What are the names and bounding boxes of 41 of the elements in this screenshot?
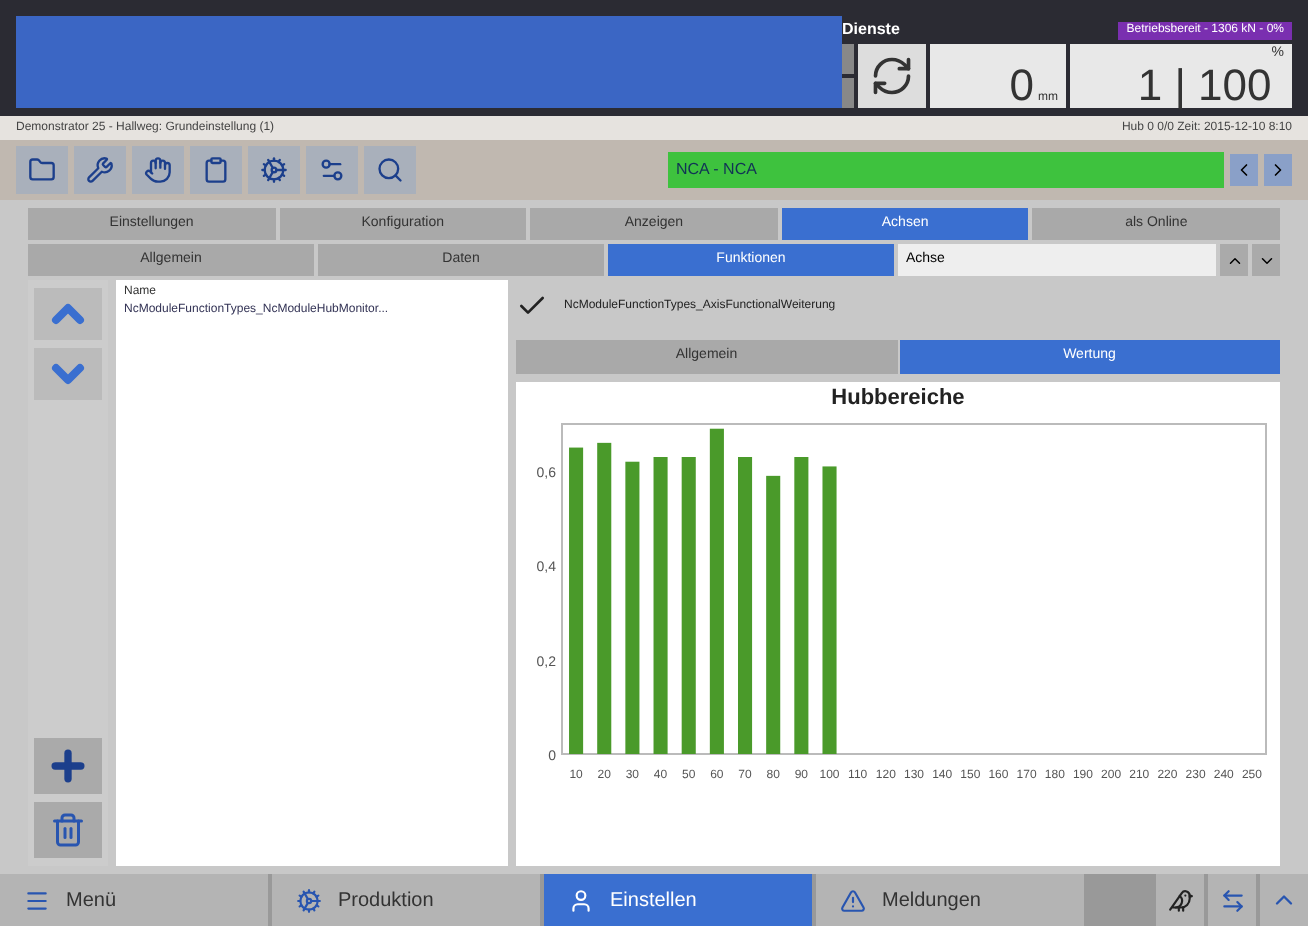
toolbar-button[interactable] (364, 146, 416, 194)
toolbar-icon (376, 156, 404, 184)
scroll-down-button[interactable] (34, 348, 102, 400)
nav-tab[interactable]: Menü (0, 874, 268, 926)
bird-icon (1167, 887, 1193, 913)
add-button[interactable] (34, 738, 102, 794)
toolbar-icon (318, 156, 346, 184)
bird-button[interactable] (1156, 874, 1204, 926)
person-icon (568, 887, 594, 913)
panel-label: Dienste (842, 18, 900, 42)
nav-tab[interactable]: Einstellen (544, 874, 812, 926)
toolbar-button[interactable] (190, 146, 242, 194)
scroll-up-button[interactable] (34, 288, 102, 340)
toolbar-button[interactable] (74, 146, 126, 194)
toolbar-icon (86, 156, 114, 184)
prev-button[interactable] (1230, 154, 1258, 186)
toolbar-button[interactable] (132, 146, 184, 194)
warning-icon (840, 887, 866, 913)
toolbar-button[interactable] (248, 146, 300, 194)
toolbar-icon (144, 156, 172, 184)
arrows-icon (1219, 887, 1245, 913)
nav-tab[interactable]: Meldungen (816, 874, 1084, 926)
nav-tab[interactable]: Produktion (272, 874, 540, 926)
toolbar-icon (260, 156, 288, 184)
menu-icon (24, 887, 50, 913)
switch-button[interactable] (1208, 874, 1256, 926)
down-button[interactable] (1252, 244, 1280, 276)
toolbar-button[interactable] (16, 146, 68, 194)
trash-icon (50, 812, 86, 848)
next-button[interactable] (1264, 154, 1292, 186)
cycle-icon (870, 54, 914, 98)
plus-icon (46, 744, 90, 788)
toolbar-icon (28, 156, 56, 184)
delete-button[interactable] (34, 802, 102, 858)
toolbar-button[interactable] (306, 146, 358, 194)
chart-title: Hubbereiche (831, 384, 965, 414)
toolbar-icon (202, 156, 230, 184)
up-button[interactable] (1220, 244, 1248, 276)
cycle-button[interactable] (858, 44, 926, 108)
gear-icon (296, 887, 322, 913)
machine-bar: NCA - NCA (668, 152, 1224, 188)
